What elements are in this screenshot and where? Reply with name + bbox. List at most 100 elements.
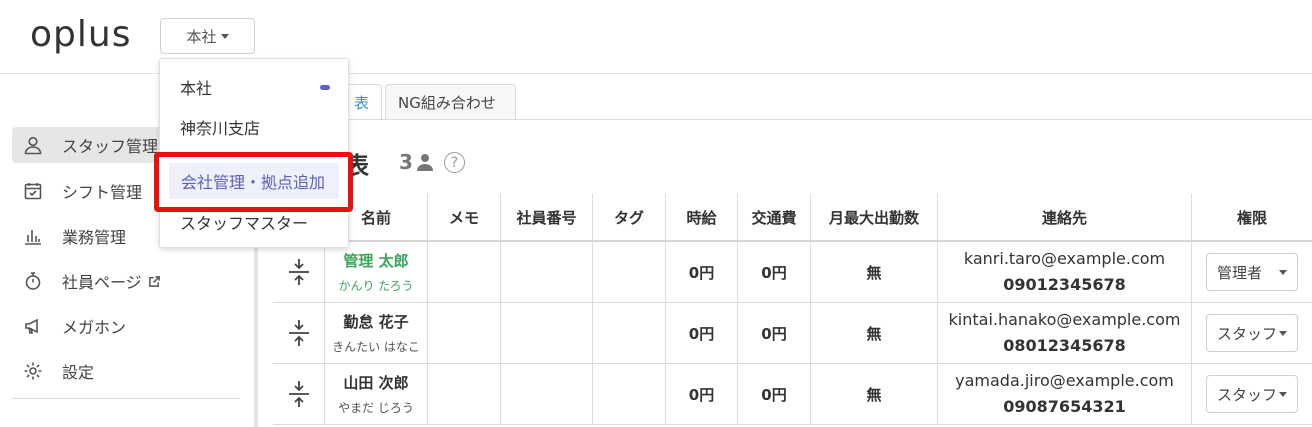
user-icon — [22, 134, 44, 156]
phone: 09012345678 — [1003, 275, 1126, 294]
email: kintai.hanako@example.com — [948, 310, 1181, 329]
caret-down-icon — [1279, 330, 1287, 336]
branch-selector-button[interactable]: 本社 — [160, 18, 255, 54]
staff-name[interactable]: 管理 太郎 — [343, 250, 408, 271]
tab-divider — [275, 119, 1312, 120]
staff-count-value: 3 — [399, 150, 413, 174]
oplus-logo[interactable]: oplus — [30, 14, 131, 55]
bar-chart-icon — [22, 225, 44, 247]
header-tag[interactable]: タグ — [593, 194, 666, 240]
stopwatch-icon — [22, 270, 44, 292]
role-cell: スタッフ — [1192, 364, 1312, 424]
role-value: 管理者 — [1217, 263, 1263, 282]
role-select[interactable]: 管理者 — [1206, 253, 1298, 291]
tab-list-label: 表 — [353, 94, 369, 112]
max-days-cell: 無 — [811, 242, 938, 302]
wage-cell: 0円 — [666, 242, 738, 302]
tag-cell — [593, 303, 666, 363]
email: kanri.taro@example.com — [963, 249, 1166, 268]
name-cell[interactable]: 勤怠 花子 きんたい はなこ — [325, 303, 428, 363]
name-cell[interactable]: 山田 次郎 やまだ じろう — [325, 364, 428, 424]
tab-ng-combination[interactable]: NG組み合わせ — [385, 84, 516, 120]
sidebar-item-employee-page[interactable]: 社員ページ — [12, 263, 252, 299]
sidebar-item-megaphone[interactable]: メガホン — [12, 308, 252, 344]
phone: 09087654321 — [1003, 397, 1126, 416]
help-icon[interactable]: ? — [444, 152, 465, 173]
wage-cell: 0円 — [666, 303, 738, 363]
name-cell[interactable]: 管理 太郎 かんり たろう — [325, 242, 428, 302]
number-cell — [501, 303, 593, 363]
person-icon — [416, 154, 433, 171]
header-wage[interactable]: 時給 — [666, 194, 738, 240]
drag-handle-icon[interactable] — [273, 303, 325, 363]
memo-cell — [428, 303, 501, 363]
role-select[interactable]: スタッフ — [1206, 375, 1298, 413]
role-value: スタッフ — [1217, 385, 1278, 404]
contact-cell: kintai.hanako@example.com 08012345678 — [938, 303, 1192, 363]
gear-icon — [22, 360, 44, 382]
tag-cell — [593, 364, 666, 424]
header-role[interactable]: 権限 — [1192, 194, 1312, 240]
dropdown-item-label: 会社管理・拠点追加 — [181, 173, 326, 192]
sidebar-item-label: メガホン — [62, 318, 127, 337]
table-row: 勤怠 花子 きんたい はなこ 0円 0円 無 kintai.hanako@exa… — [273, 303, 1312, 364]
header-max-days[interactable]: 月最大出勤数 — [811, 194, 938, 240]
external-link-icon — [148, 275, 161, 288]
role-cell: 管理者 — [1192, 242, 1312, 302]
sidebar-divider — [12, 398, 240, 399]
dropdown-item-company-management[interactable]: 会社管理・拠点追加 — [169, 163, 339, 199]
role-value: スタッフ — [1217, 324, 1278, 343]
staff-kana: かんり たろう — [338, 279, 414, 293]
sidebar-item-label: 設定 — [62, 363, 95, 382]
contact-cell: kanri.taro@example.com 09012345678 — [938, 242, 1192, 302]
transport-cell: 0円 — [738, 364, 811, 424]
staff-count: 3 — [399, 150, 435, 174]
sidebar-item-label: 業務管理 — [62, 228, 127, 247]
dropdown-item-label: スタッフマスター — [180, 214, 309, 233]
dropdown-item-headquarters[interactable]: 本社 — [160, 70, 348, 104]
phone: 08012345678 — [1003, 336, 1126, 355]
role-select[interactable]: スタッフ — [1206, 314, 1298, 352]
sidebar-item-label: スタッフ管理 — [62, 137, 159, 156]
max-days-cell: 無 — [811, 303, 938, 363]
table-row: 山田 次郎 やまだ じろう 0円 0円 無 yamada.jiro@exampl… — [273, 364, 1312, 425]
caret-down-icon — [1279, 269, 1287, 275]
current-indicator-icon — [320, 85, 330, 90]
sidebar-item-label: シフト管理 — [62, 183, 143, 202]
branch-selector-label: 本社 — [186, 27, 217, 46]
sidebar-item-settings[interactable]: 設定 — [12, 353, 252, 389]
header-memo[interactable]: メモ — [428, 194, 501, 240]
transport-cell: 0円 — [738, 242, 811, 302]
staff-kana: やまだ じろう — [338, 401, 414, 415]
caret-down-icon — [1279, 391, 1287, 397]
calendar-check-icon — [22, 180, 44, 202]
number-cell — [501, 242, 593, 302]
header-contact[interactable]: 連絡先 — [938, 194, 1192, 240]
header-employee-number[interactable]: 社員番号 — [501, 194, 593, 240]
drag-handle-icon[interactable] — [273, 364, 325, 424]
memo-cell — [428, 364, 501, 424]
transport-cell: 0円 — [738, 303, 811, 363]
staff-name[interactable]: 勤怠 花子 — [343, 311, 408, 332]
dropdown-item-label: 本社 — [180, 79, 213, 98]
table-header-row: 名前 メモ 社員番号 タグ 時給 交通費 月最大出勤数 連絡先 権限 — [273, 194, 1312, 242]
role-cell: スタッフ — [1192, 303, 1312, 363]
tag-cell — [593, 242, 666, 302]
megaphone-icon — [22, 315, 44, 337]
email: yamada.jiro@example.com — [955, 371, 1174, 390]
drag-handle-icon[interactable] — [273, 242, 325, 302]
contact-cell: yamada.jiro@example.com 09087654321 — [938, 364, 1192, 424]
caret-down-icon — [220, 33, 229, 39]
branch-dropdown-menu: 本社 神奈川支店 会社管理・拠点追加 スタッフマスター — [159, 58, 349, 248]
header-transport[interactable]: 交通費 — [738, 194, 811, 240]
tab-ng-label: NG組み合わせ — [398, 94, 496, 112]
dropdown-item-staff-master[interactable]: スタッフマスター — [160, 205, 348, 239]
max-days-cell: 無 — [811, 364, 938, 424]
sidebar-item-label: 社員ページ — [62, 273, 142, 292]
number-cell — [501, 364, 593, 424]
memo-cell — [428, 242, 501, 302]
staff-name[interactable]: 山田 次郎 — [343, 372, 408, 393]
dropdown-item-label: 神奈川支店 — [180, 119, 261, 138]
dropdown-item-kanagawa[interactable]: 神奈川支店 — [160, 110, 348, 144]
staff-kana: きんたい はなこ — [332, 340, 420, 354]
